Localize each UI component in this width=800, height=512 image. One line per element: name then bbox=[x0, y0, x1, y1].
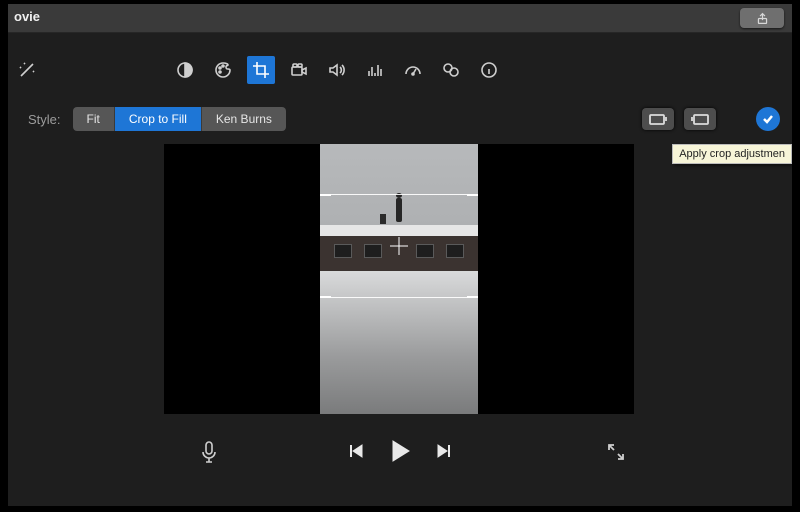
crop-icon[interactable] bbox=[247, 56, 275, 84]
crop-handle-br[interactable] bbox=[467, 284, 478, 298]
apply-crop-tooltip: Apply crop adjustmen bbox=[672, 144, 792, 164]
equalizer-icon[interactable] bbox=[361, 56, 389, 84]
transport-bar bbox=[8, 432, 792, 476]
style-segmented-control: Fit Crop to Fill Ken Burns bbox=[73, 107, 286, 131]
crop-rectangle[interactable] bbox=[320, 194, 478, 298]
share-button[interactable] bbox=[740, 8, 784, 28]
info-icon[interactable] bbox=[475, 56, 503, 84]
volume-icon[interactable] bbox=[323, 56, 351, 84]
prev-button[interactable] bbox=[347, 442, 365, 465]
wand-icon[interactable] bbox=[13, 56, 41, 84]
preview-viewer[interactable] bbox=[164, 144, 634, 414]
expand-icon[interactable] bbox=[606, 442, 626, 467]
window-title: ovie bbox=[14, 9, 40, 24]
next-button[interactable] bbox=[435, 442, 453, 465]
video-clip bbox=[320, 144, 478, 414]
palette-icon[interactable] bbox=[209, 56, 237, 84]
crop-center-cross bbox=[390, 237, 408, 255]
clips-icon[interactable] bbox=[437, 56, 465, 84]
mic-icon[interactable] bbox=[198, 440, 220, 471]
play-button[interactable] bbox=[387, 438, 413, 469]
style-row: Style: Fit Crop to Fill Ken Burns bbox=[28, 104, 780, 134]
crop-handle-tr[interactable] bbox=[467, 194, 478, 208]
crop-handle-bl[interactable] bbox=[320, 284, 331, 298]
crop-handle-tl[interactable] bbox=[320, 194, 331, 208]
style-label: Style: bbox=[28, 112, 61, 127]
rotate-ccw-button[interactable] bbox=[642, 108, 674, 130]
style-option-fit[interactable]: Fit bbox=[73, 107, 115, 131]
contrast-icon[interactable] bbox=[171, 56, 199, 84]
style-option-ken-burns[interactable]: Ken Burns bbox=[202, 107, 286, 131]
camera-icon[interactable] bbox=[285, 56, 313, 84]
speed-icon[interactable] bbox=[399, 56, 427, 84]
adjustment-toolbar bbox=[8, 50, 792, 90]
style-option-crop-to-fill[interactable]: Crop to Fill bbox=[115, 107, 202, 131]
titlebar: ovie bbox=[8, 4, 792, 33]
rotate-cw-button[interactable] bbox=[684, 108, 716, 130]
apply-crop-button[interactable] bbox=[756, 107, 780, 131]
